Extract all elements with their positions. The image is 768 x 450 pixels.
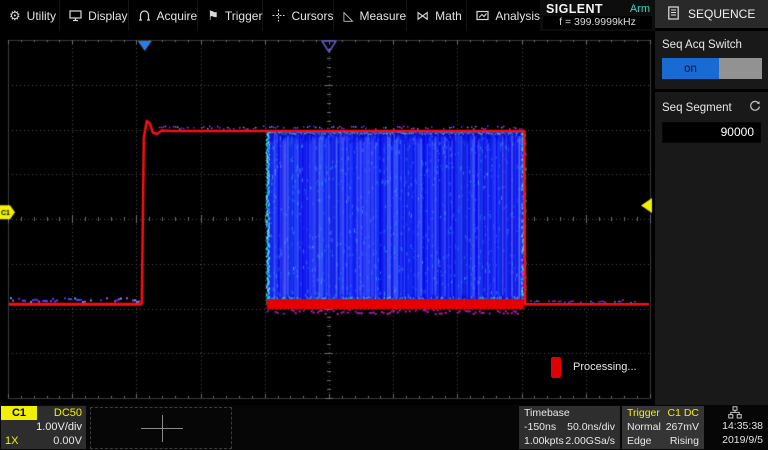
- status-block: SIGLENT Arm f = 399.9999kHz: [540, 0, 655, 31]
- clock-block: 14:35:38 2019/9/5: [706, 406, 766, 449]
- menu-item-measure[interactable]: ◺ Measure: [334, 0, 407, 31]
- channel1-name-badge: C1: [1, 406, 37, 420]
- top-menu-bar: ⚙ Utility Display Acquire ⚑ Trigger Curs…: [0, 0, 540, 31]
- menu-label: Analysis: [495, 9, 540, 23]
- channel1-coupling: DC50: [54, 406, 82, 420]
- trigger-title: Trigger: [627, 407, 660, 420]
- waveform-display[interactable]: [0, 31, 655, 405]
- menu-label: Acquire: [157, 9, 198, 23]
- toggle-on-segment[interactable]: on: [662, 58, 719, 79]
- channel1-descriptor[interactable]: C1 DC50 1.00V/div 1X 0.00V: [1, 406, 86, 449]
- scope-display-area: Processing...: [0, 31, 655, 405]
- trigger-type: Edge: [627, 434, 652, 448]
- timebase-points: 1.00kpts: [524, 434, 564, 448]
- refresh-icon[interactable]: [749, 100, 761, 115]
- seq-segment-label: Seq Segment: [662, 102, 732, 114]
- trigger-source: C1 DC: [667, 407, 699, 420]
- trigger-level: 267mV: [666, 420, 699, 434]
- menu-label: Measure: [359, 9, 406, 23]
- menu-item-math[interactable]: ⋈ Math: [407, 0, 467, 31]
- seq-segment-section: Seq Segment 90000: [655, 92, 768, 153]
- channel1-scale: 1.00V/div: [1, 420, 82, 434]
- trigger-descriptor[interactable]: Trigger C1 DC Normal 267mV Edge Rising: [622, 406, 704, 449]
- seq-acq-section: Seq Acq Switch on: [655, 31, 768, 89]
- clipboard-icon: [668, 6, 679, 23]
- panel-title: SEQUENCE: [688, 7, 755, 21]
- add-channel-slot[interactable]: [90, 407, 232, 449]
- menu-item-analysis[interactable]: Analysis: [467, 0, 540, 31]
- seq-acq-toggle[interactable]: on: [662, 58, 762, 79]
- analysis-icon: [476, 9, 489, 22]
- menu-label: Math: [435, 9, 462, 23]
- menu-label: Cursors: [291, 9, 333, 23]
- menu-item-acquire[interactable]: Acquire: [129, 0, 199, 31]
- bottom-status-bar: C1 DC50 1.00V/div 1X 0.00V Timebase -150…: [0, 405, 768, 450]
- system-date: 2019/9/5: [706, 433, 763, 447]
- menu-label: Display: [88, 9, 127, 23]
- menu-item-trigger[interactable]: ⚑ Trigger: [198, 0, 263, 31]
- siglent-logo: SIGLENT: [546, 2, 603, 16]
- menu-label: Utility: [27, 9, 56, 23]
- monitor-icon: [69, 9, 82, 22]
- crosshair-icon: [272, 9, 285, 22]
- seq-acq-switch-label: Seq Acq Switch: [662, 39, 742, 51]
- sequence-panel: SEQUENCE Seq Acq Switch on Seq Segment 9…: [655, 0, 768, 450]
- menu-item-utility[interactable]: ⚙ Utility: [0, 0, 60, 31]
- sequence-panel-header[interactable]: SEQUENCE: [655, 0, 768, 31]
- acquire-icon: [138, 9, 151, 22]
- channel1-offset: 0.00V: [53, 434, 82, 448]
- network-icon: [706, 406, 763, 419]
- menu-item-display[interactable]: Display: [60, 0, 128, 31]
- timebase-delay: -150ns: [524, 420, 556, 434]
- menu-label: Trigger: [225, 9, 263, 23]
- toggle-off-segment[interactable]: [719, 58, 762, 79]
- seq-segment-input[interactable]: 90000: [662, 122, 761, 143]
- timebase-samplerate: 2.00GSa/s: [565, 434, 615, 448]
- processing-label: Processing...: [573, 361, 637, 373]
- trigger-mode: Normal: [627, 420, 661, 434]
- acquisition-status: Arm: [630, 3, 650, 15]
- bowtie-icon: ⋈: [416, 9, 429, 22]
- plus-icon: [162, 415, 163, 442]
- flag-icon: ⚑: [207, 9, 219, 22]
- trigger-slope: Rising: [670, 434, 699, 448]
- processing-indicator-icon: [551, 357, 561, 378]
- timebase-scale: 50.0ns/div: [567, 420, 615, 434]
- trigger-frequency: f = 399.9999kHz: [543, 16, 652, 29]
- ruler-icon: ◺: [343, 9, 353, 22]
- menu-item-cursors[interactable]: Cursors: [263, 0, 334, 31]
- gear-icon: ⚙: [9, 9, 21, 22]
- channel1-probe: 1X: [1, 434, 18, 448]
- system-time: 14:35:38: [706, 419, 763, 433]
- timebase-descriptor[interactable]: Timebase -150ns 50.0ns/div 1.00kpts 2.00…: [519, 406, 620, 449]
- timebase-title: Timebase: [524, 407, 570, 420]
